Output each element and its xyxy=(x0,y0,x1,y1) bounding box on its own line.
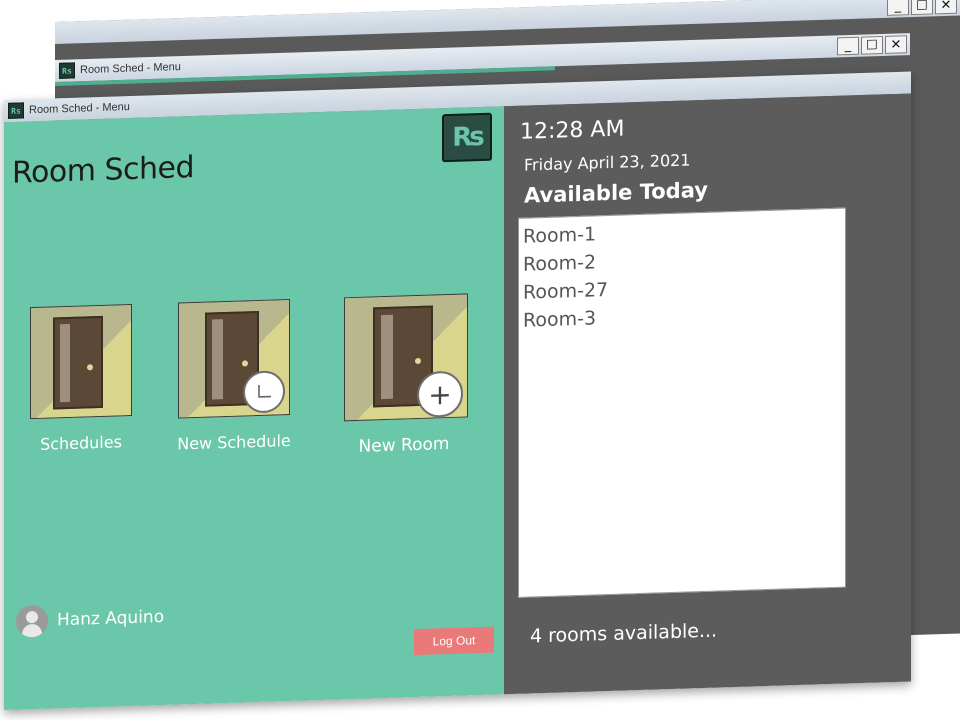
schedules-tile[interactable] xyxy=(30,303,132,420)
door-plus-icon: + xyxy=(344,293,468,422)
logo: Rs xyxy=(442,112,492,163)
window-title: Room Sched - Menu xyxy=(29,101,130,117)
door-clock-icon xyxy=(178,299,290,419)
new-room-label[interactable]: New Room xyxy=(334,433,474,457)
minimize-button[interactable]: _ xyxy=(887,0,909,16)
new-room-tile[interactable]: + xyxy=(344,293,468,422)
main-window: Rs Room Sched - Menu Room Sched Rs Sched… xyxy=(4,71,911,710)
available-title: Available Today xyxy=(524,177,708,208)
back-window-2-controls: _ ☐ ✕ xyxy=(837,35,907,56)
logo-text: Rs xyxy=(452,121,482,153)
close-button[interactable]: ✕ xyxy=(885,35,907,54)
current-date: Friday April 23, 2021 xyxy=(524,150,691,175)
user-info: Hanz Aquino xyxy=(16,601,164,638)
availability-panel: 12:28 AM Friday April 23, 2021 Available… xyxy=(504,93,911,695)
door-icon xyxy=(30,303,132,420)
avatar-icon xyxy=(16,604,48,638)
rooms-available-count: 4 rooms available... xyxy=(530,619,718,648)
app-title: Room Sched xyxy=(12,150,195,191)
new-schedule-label[interactable]: New Schedule xyxy=(164,431,304,454)
back-window-title: Room Sched - Menu xyxy=(80,61,181,77)
back-window-1-controls: _ ☐ ✕ xyxy=(887,0,957,16)
schedules-label[interactable]: Schedules xyxy=(30,432,132,454)
maximize-button[interactable]: ☐ xyxy=(861,35,883,55)
menu-panel: Room Sched Rs Schedules New Schedule + N… xyxy=(4,106,504,710)
clock-time: 12:28 AM xyxy=(520,116,625,145)
app-icon: Rs xyxy=(59,62,75,79)
app-icon: Rs xyxy=(8,102,24,119)
new-schedule-tile[interactable] xyxy=(178,299,290,419)
available-rooms-list[interactable]: Room-1 Room-2 Room-27 Room-3 xyxy=(518,207,846,598)
user-name: Hanz Aquino xyxy=(57,606,165,631)
maximize-button[interactable]: ☐ xyxy=(911,0,933,16)
close-button[interactable]: ✕ xyxy=(935,0,957,15)
minimize-button[interactable]: _ xyxy=(837,36,859,56)
logout-button[interactable]: Log Out xyxy=(414,626,494,656)
